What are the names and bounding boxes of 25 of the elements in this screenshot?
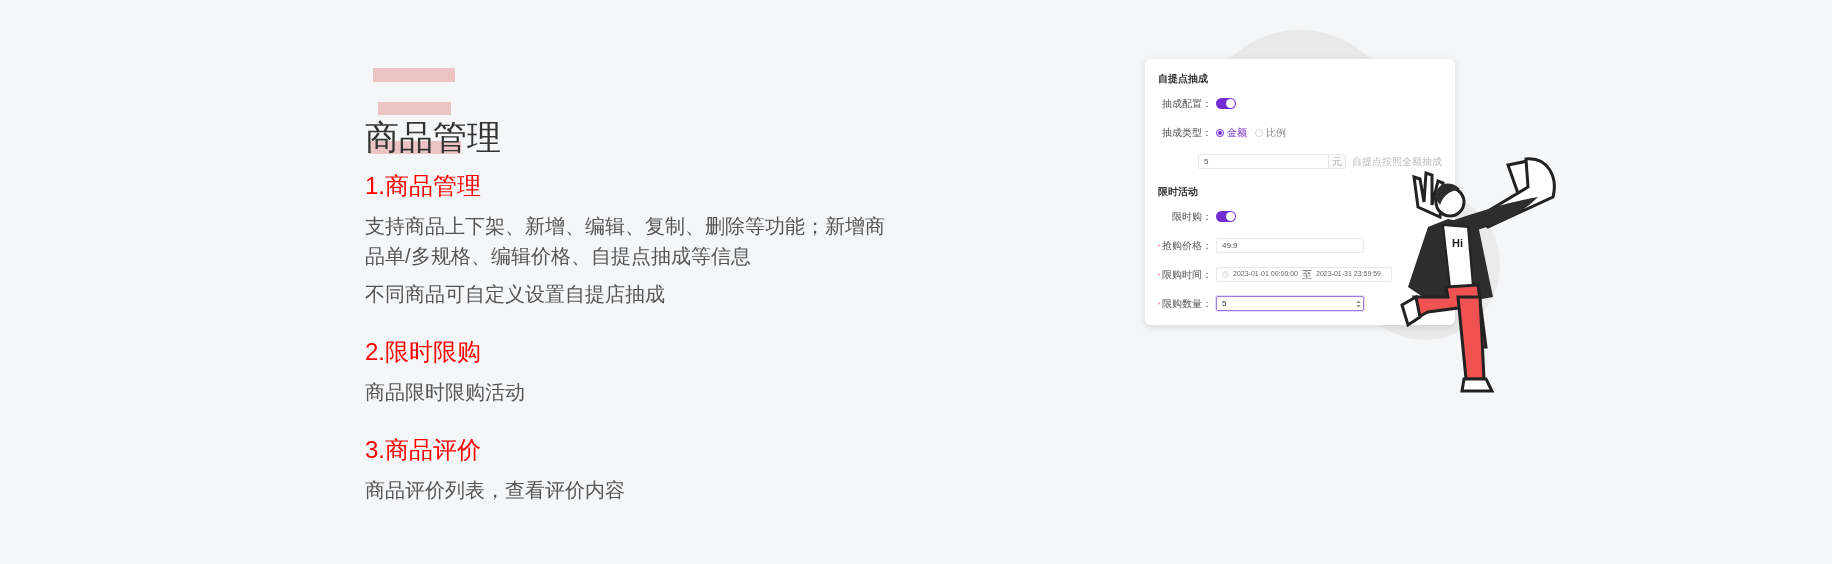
feature-description: 不同商品可自定义设置自提店抽成 [365, 282, 666, 307]
radio-option[interactable]: 金额 [1216, 125, 1247, 140]
feature-heading: 3.商品评价 [365, 435, 482, 465]
section-title: 自提点抽成 [1158, 71, 1208, 86]
field-label: 限时购： [1172, 210, 1212, 224]
field-label: 抽成配置： [1162, 97, 1212, 111]
field-label: 限购时间： [1162, 268, 1212, 282]
field-label: 限购数量： [1162, 297, 1212, 311]
section-title: 限时活动 [1158, 184, 1198, 199]
shirt-text: Hi [1452, 237, 1463, 249]
feature-heading: 2.限时限购 [365, 337, 482, 367]
radio-option[interactable]: 比例 [1255, 125, 1286, 140]
quantity-input[interactable]: 5 [1216, 296, 1364, 311]
feature-description: 商品限时限购活动 [365, 380, 526, 405]
amount-input[interactable]: 5 元 [1198, 154, 1346, 169]
feature-description: 支持商品上下架、新增、编辑、复制、删除等功能；新增商品单/多规格、编辑价格、自提点抽成等信息 [365, 214, 886, 269]
price-input[interactable]: 49.9 [1216, 238, 1364, 253]
toggle-switch[interactable] [1216, 211, 1236, 222]
field-label: 抢购价格： [1162, 239, 1212, 253]
stepper-icon [1356, 298, 1361, 309]
clock-icon [1222, 271, 1229, 278]
toggle-switch[interactable] [1216, 98, 1236, 109]
field-label: 抽成类型： [1162, 126, 1212, 140]
feature-heading: 1.商品管理 [365, 171, 482, 201]
feature-description: 商品评价列表，查看评价内容 [365, 478, 626, 503]
